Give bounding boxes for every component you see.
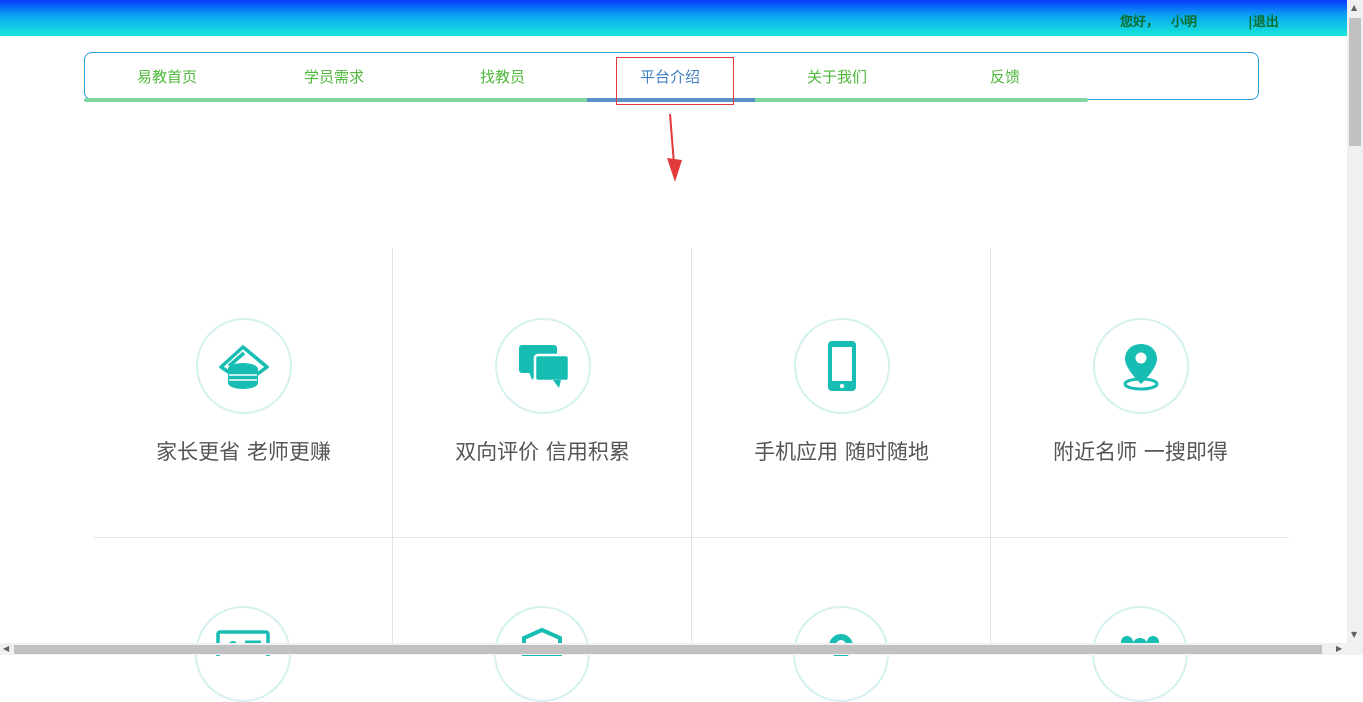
scroll-left-arrow-icon[interactable]: ◀ [3, 644, 9, 653]
feature-title: 手机应用 随时随地 [754, 440, 929, 464]
scroll-right-arrow-icon[interactable]: ▶ [1336, 644, 1342, 653]
user-greeting: 您好， 小明 [1120, 11, 1197, 30]
feature-title: 家长更省 老师更赚 [156, 440, 331, 464]
feature-card: 家长更省 老师更赚 [94, 318, 393, 466]
feature-card: 双向评价 信用积累 [393, 318, 692, 466]
nav-item-student-needs[interactable]: 学员需求 [304, 66, 364, 87]
greeting-text: 您好， [1120, 15, 1160, 30]
nav-item-about-us[interactable]: 关于我们 [807, 66, 867, 87]
feature-icon-circle [195, 318, 292, 414]
chat-bubbles-icon [518, 345, 570, 388]
feature-icon-circle [1092, 318, 1189, 414]
nav-underline [84, 98, 1088, 102]
feature-icon-circle [793, 318, 890, 414]
annotation-arrow-icon [667, 113, 682, 182]
nav-item-home[interactable]: 易教首页 [137, 66, 197, 87]
horizontal-scroll-thumb[interactable] [14, 645, 1322, 654]
annotation-highlight-box [616, 57, 734, 105]
nav-item-feedback[interactable]: 反馈 [990, 66, 1020, 87]
username: 小明 [1171, 15, 1198, 30]
nav-item-find-tutor[interactable]: 找教员 [480, 66, 525, 87]
grid-divider [94, 537, 1289, 538]
feature-card: 附近名师 一搜即得 [991, 318, 1290, 466]
scroll-down-arrow-icon[interactable]: ▼ [1351, 630, 1357, 639]
scroll-up-arrow-icon[interactable]: ▲ [1351, 3, 1357, 12]
scrollbar-corner [1347, 643, 1363, 655]
coins-card-icon [218, 345, 269, 389]
feature-icon-circle [494, 318, 591, 414]
feature-title: 双向评价 信用积累 [455, 440, 630, 464]
location-pin-icon [1123, 344, 1158, 391]
vertical-scroll-thumb[interactable] [1349, 18, 1361, 146]
feature-card: 手机应用 随时随地 [692, 318, 991, 466]
logout-link[interactable]: |退出 [1248, 11, 1279, 30]
feature-title: 附近名师 一搜即得 [1053, 440, 1228, 464]
smartphone-icon [827, 341, 856, 391]
